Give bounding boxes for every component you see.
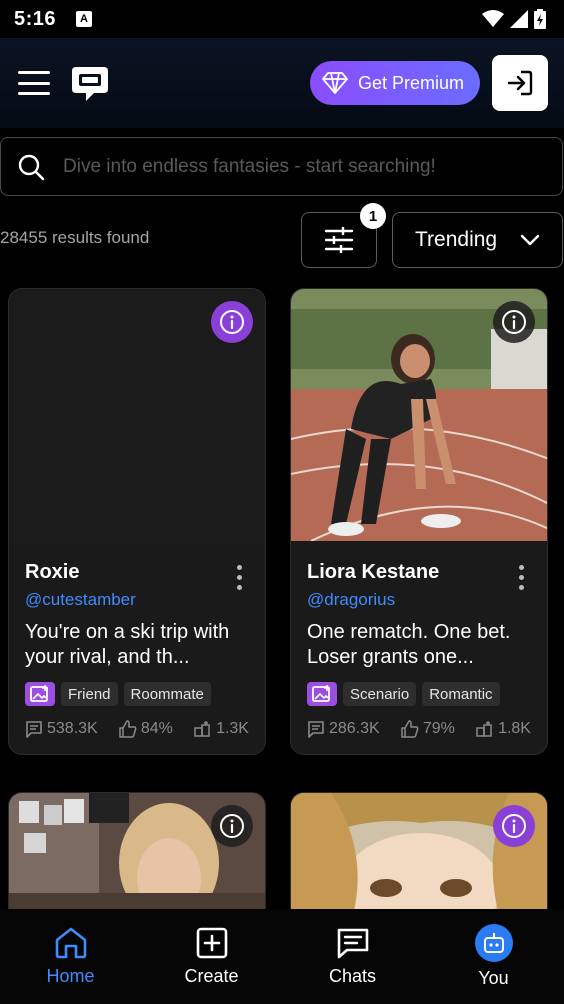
app-logo-icon[interactable] xyxy=(70,63,110,103)
notification-icon: A xyxy=(76,11,93,27)
thumbs-up-icon xyxy=(401,720,419,738)
status-time: 5:16 xyxy=(14,7,57,30)
messages-count: 538.3K xyxy=(47,720,98,737)
bottom-navigation: Home Create Chats You xyxy=(0,909,564,1004)
info-icon xyxy=(502,310,526,334)
character-image xyxy=(9,289,265,541)
search-bar[interactable] xyxy=(0,137,563,196)
tag-list: Friend Roommate xyxy=(25,682,249,706)
chevron-down-icon xyxy=(520,234,540,246)
character-name: Liora Kestane xyxy=(307,561,440,583)
sliders-icon xyxy=(324,227,354,253)
messages-stat: 286.3K xyxy=(307,720,380,738)
nav-create[interactable]: Create xyxy=(141,909,282,1004)
nav-chats[interactable]: Chats xyxy=(282,909,423,1004)
battery-icon xyxy=(534,9,546,29)
card-stats: 286.3K 79% 1.8K xyxy=(307,720,531,754)
chat-icon xyxy=(337,928,368,959)
tag-chip[interactable]: Friend xyxy=(61,682,118,706)
creator-handle[interactable]: @dragorius xyxy=(307,590,531,610)
remix-count: 1.8K xyxy=(498,720,531,737)
likes-percent: 84% xyxy=(140,720,173,737)
status-icons xyxy=(482,9,546,29)
nav-chats-label: Chats xyxy=(328,966,377,986)
info-button[interactable] xyxy=(211,301,253,343)
info-button[interactable] xyxy=(493,301,535,343)
image-tag-icon xyxy=(307,682,337,706)
character-image xyxy=(9,793,265,921)
info-button[interactable] xyxy=(211,805,253,847)
character-image xyxy=(291,289,547,541)
likes-percent: 79% xyxy=(422,720,455,737)
wifi-icon xyxy=(482,10,504,27)
nav-you[interactable]: You xyxy=(423,909,564,1004)
remix-count: 1.3K xyxy=(216,720,249,737)
robot-icon xyxy=(483,933,504,953)
creator-handle[interactable]: @cutestamber xyxy=(25,590,249,610)
search-icon xyxy=(18,154,45,180)
login-icon xyxy=(507,70,533,96)
likes-stat: 84% xyxy=(119,720,173,738)
user-avatar xyxy=(474,924,513,962)
home-icon xyxy=(55,927,86,959)
remix-stat: 1.3K xyxy=(194,720,249,738)
thumbs-up-icon xyxy=(119,720,137,738)
character-card[interactable]: Roxie @cutestamber You're on a ski trip … xyxy=(8,288,266,755)
character-name: Roxie xyxy=(25,561,80,583)
more-options-icon[interactable] xyxy=(519,565,525,590)
sort-label: Trending xyxy=(415,228,498,251)
search-input[interactable] xyxy=(63,155,533,178)
tag-list: Scenario Romantic xyxy=(307,682,531,706)
more-options-icon[interactable] xyxy=(237,565,243,590)
info-button[interactable] xyxy=(493,805,535,847)
signal-icon xyxy=(510,10,528,28)
hamburger-menu-icon[interactable] xyxy=(18,71,50,95)
messages-count: 286.3K xyxy=(329,720,380,737)
status-bar: 5:16 A xyxy=(0,0,564,38)
character-card[interactable] xyxy=(8,792,266,922)
diamond-icon xyxy=(322,72,348,94)
likes-stat: 79% xyxy=(401,720,455,738)
messages-stat: 538.3K xyxy=(25,720,98,738)
character-description: One rematch. One bet. Loser grants one..… xyxy=(307,621,511,668)
nav-home-label: Home xyxy=(46,966,95,986)
info-icon xyxy=(502,814,526,838)
message-icon xyxy=(308,721,324,738)
results-count: 28455 results found xyxy=(0,228,150,247)
premium-label: Get Premium xyxy=(357,72,464,93)
character-card[interactable] xyxy=(290,792,548,922)
login-button[interactable] xyxy=(492,55,548,111)
character-description: You're on a ski trip with your rival, an… xyxy=(25,621,230,668)
filter-button[interactable]: 1 xyxy=(301,203,386,268)
card-stats: 538.3K 84% 1.3K xyxy=(25,720,249,754)
character-card[interactable]: Liora Kestane @dragorius One rematch. On… xyxy=(290,288,548,755)
tag-chip[interactable]: Scenario xyxy=(343,682,417,706)
info-icon xyxy=(220,814,244,838)
nav-create-label: Create xyxy=(184,966,239,986)
nav-you-label: You xyxy=(478,968,509,988)
get-premium-button[interactable]: Get Premium xyxy=(309,61,480,105)
tag-chip[interactable]: Romantic xyxy=(422,682,500,706)
message-icon xyxy=(26,721,42,738)
sort-dropdown[interactable]: Trending xyxy=(392,212,563,268)
nav-home[interactable]: Home xyxy=(0,909,141,1004)
remix-stat: 1.8K xyxy=(476,720,531,738)
remix-icon xyxy=(476,721,492,737)
plus-square-icon xyxy=(196,927,227,959)
filter-count-badge: 1 xyxy=(360,203,386,229)
tag-chip[interactable]: Roommate xyxy=(123,682,211,706)
info-icon xyxy=(220,310,244,334)
remix-icon xyxy=(194,721,210,737)
app-header: Get Premium xyxy=(0,38,564,128)
image-tag-icon xyxy=(25,682,55,706)
character-image xyxy=(291,793,547,921)
